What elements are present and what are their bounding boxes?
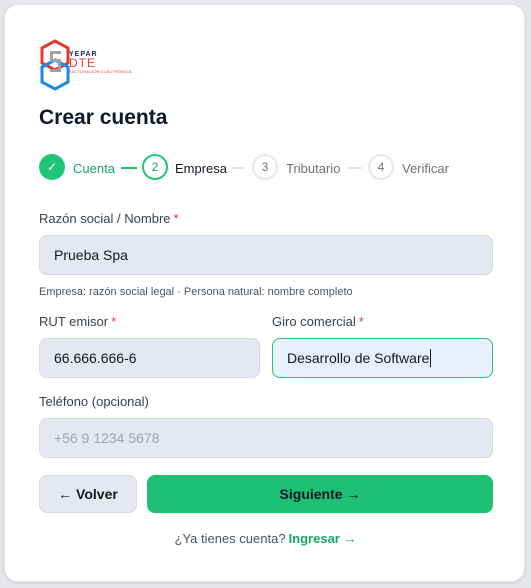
- rut-label: RUT emisor *: [39, 314, 117, 329]
- giro-input[interactable]: Desarrollo de Software: [272, 338, 493, 378]
- step-2-label: Empresa: [175, 161, 228, 176]
- step-3-label: Tributario: [286, 161, 341, 176]
- step-connector: [121, 167, 137, 169]
- required-mark: *: [173, 211, 179, 226]
- stepper: ✓ Cuenta 2 Empresa 3 Tributario 4 Verifi…: [39, 154, 479, 184]
- required-mark: *: [111, 314, 117, 329]
- next-button[interactable]: Siguiente →: [147, 475, 493, 513]
- required-mark: *: [358, 314, 364, 329]
- back-button[interactable]: ← Volver: [39, 475, 137, 513]
- giro-label: Giro comercial *: [272, 314, 364, 329]
- step-1-label: Cuenta: [73, 161, 115, 176]
- login-link[interactable]: Ingresar →: [289, 531, 357, 546]
- step-connector: [346, 167, 362, 169]
- step-1-check-icon: ✓: [39, 154, 65, 180]
- text-caret: [430, 349, 432, 367]
- telefono-placeholder: +56 9 1234 5678: [54, 430, 160, 446]
- step-connector: [232, 167, 246, 169]
- step-3-number: 3: [252, 154, 278, 180]
- step-2-number: 2: [142, 154, 168, 180]
- telefono-input[interactable]: +56 9 1234 5678: [39, 418, 493, 458]
- page-title: Crear cuenta: [39, 106, 168, 129]
- rut-input[interactable]: 66.666.666-6: [39, 338, 260, 378]
- razon-social-input[interactable]: Prueba Spa: [39, 235, 493, 275]
- step-4-number: 4: [368, 154, 394, 180]
- signup-card: YEPAR DTE FACTURACIÓN ELECTRÓNICA Crear …: [4, 4, 525, 582]
- login-prompt: ¿Ya tienes cuenta? Ingresar →: [174, 531, 357, 546]
- step-4-label: Verificar: [402, 161, 449, 176]
- telefono-label: Teléfono (opcional): [39, 394, 149, 409]
- razon-social-label: Razón social / Nombre *: [39, 211, 179, 226]
- logo-brand-main: DTE: [69, 56, 96, 70]
- logo-brand-sub: FACTURACIÓN ELECTRÓNICA: [69, 69, 132, 74]
- razon-social-hint: Empresa: razón social legal · Persona na…: [39, 286, 353, 298]
